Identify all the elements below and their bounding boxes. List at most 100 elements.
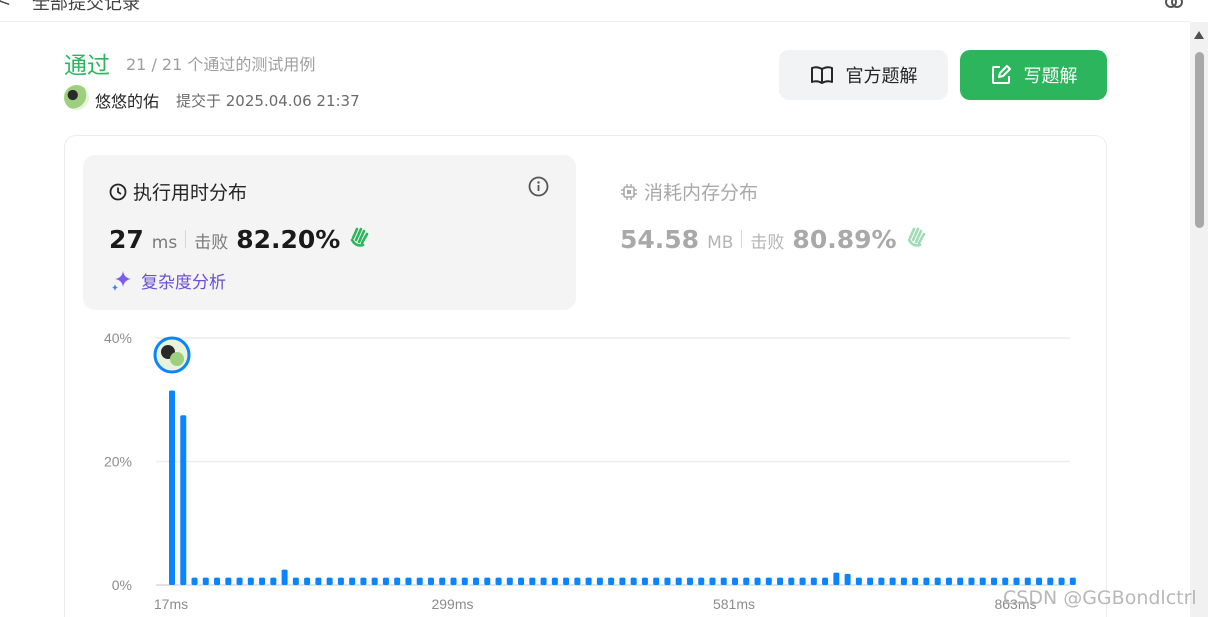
- chart-bar[interactable]: [923, 577, 930, 585]
- chart-bar[interactable]: [900, 577, 907, 585]
- info-icon[interactable]: [528, 176, 549, 197]
- chart-bar[interactable]: [394, 577, 401, 585]
- chart-bar[interactable]: [641, 577, 648, 585]
- chart-bar[interactable]: [292, 577, 299, 585]
- chart-bar[interactable]: [878, 577, 885, 585]
- chart-bar[interactable]: [619, 577, 626, 585]
- chart-bar[interactable]: [934, 577, 941, 585]
- write-solution-button[interactable]: 写题解: [960, 50, 1107, 100]
- chart-bar[interactable]: [461, 577, 468, 585]
- username[interactable]: 悠悠的佑: [95, 88, 159, 112]
- page-title: 全部提交记录: [32, 0, 140, 14]
- user-position-marker[interactable]: [153, 336, 191, 374]
- avatar[interactable]: [64, 85, 89, 110]
- back-icon[interactable]: <: [0, 0, 11, 11]
- chart-bar[interactable]: [506, 577, 513, 585]
- chart-bar[interactable]: [608, 577, 615, 585]
- chart-bar[interactable]: [551, 577, 558, 585]
- chart-bar[interactable]: [382, 577, 389, 585]
- chart-bar[interactable]: [563, 577, 570, 585]
- chart-bar[interactable]: [427, 577, 434, 585]
- chart-bar[interactable]: [720, 577, 727, 585]
- chart-bar[interactable]: [169, 390, 175, 585]
- chart-bar[interactable]: [416, 577, 423, 585]
- x-tick-label: 581ms: [713, 596, 755, 612]
- chart-bar[interactable]: [1002, 577, 1009, 585]
- chart-bar[interactable]: [225, 577, 232, 585]
- chart-bar[interactable]: [337, 577, 344, 585]
- chart-bar[interactable]: [180, 415, 187, 585]
- runtime-metric: 27 ms 击败 82.20%: [109, 224, 372, 254]
- chart-bar[interactable]: [574, 577, 581, 585]
- chart-bar[interactable]: [754, 577, 761, 585]
- chart-bar[interactable]: [349, 577, 356, 585]
- chart-bar[interactable]: [495, 577, 502, 585]
- chart-bar[interactable]: [889, 577, 896, 585]
- chart-bar[interactable]: [945, 577, 952, 585]
- chart-bar[interactable]: [247, 577, 254, 585]
- chart-bar[interactable]: [1069, 577, 1076, 585]
- complexity-analysis-link[interactable]: 复杂度分析: [109, 268, 226, 293]
- chart-bar[interactable]: [855, 577, 862, 585]
- chart-bar[interactable]: [259, 577, 266, 585]
- chart-bar[interactable]: [585, 577, 592, 585]
- chart-bar[interactable]: [315, 577, 322, 585]
- chart-bar[interactable]: [653, 577, 660, 585]
- chart-bar[interactable]: [236, 577, 243, 585]
- chart-bar[interactable]: [675, 577, 682, 585]
- chart-bar[interactable]: [360, 577, 367, 585]
- scrollbar-thumb[interactable]: [1195, 52, 1204, 228]
- chart-bar[interactable]: [1047, 577, 1054, 585]
- official-solution-button[interactable]: 官方题解: [779, 50, 948, 100]
- chart-bar[interactable]: [979, 577, 986, 585]
- chart-bar[interactable]: [990, 577, 997, 585]
- chart-bar[interactable]: [270, 577, 277, 585]
- scrollbar[interactable]: [1190, 22, 1208, 617]
- runtime-distribution-chart[interactable]: 0%20%40%17ms299ms581ms863ms1145ms1427ms1…: [80, 320, 1080, 617]
- chart-bar[interactable]: [810, 577, 817, 585]
- chart-bar[interactable]: [518, 577, 525, 585]
- chart-bar[interactable]: [202, 577, 209, 585]
- chart-bar[interactable]: [304, 577, 311, 585]
- chart-bar[interactable]: [484, 577, 491, 585]
- chart-bar[interactable]: [326, 577, 333, 585]
- chart-bar[interactable]: [529, 577, 536, 585]
- chart-bar[interactable]: [540, 577, 547, 585]
- scroll-up-icon[interactable]: [1194, 31, 1204, 39]
- chart-bar[interactable]: [912, 577, 919, 585]
- chart-bar[interactable]: [1024, 577, 1031, 585]
- chart-bar[interactable]: [867, 577, 874, 585]
- chart-bar[interactable]: [214, 577, 221, 585]
- chart-bar[interactable]: [450, 577, 457, 585]
- chart-bar[interactable]: [1058, 577, 1065, 585]
- chart-bar[interactable]: [799, 577, 806, 585]
- chart-bar[interactable]: [732, 577, 738, 585]
- chart-bar[interactable]: [844, 573, 851, 585]
- chart-bar[interactable]: [743, 577, 750, 585]
- chart-bar[interactable]: [686, 577, 693, 585]
- book-icon: [810, 66, 833, 84]
- chart-bar[interactable]: [473, 577, 480, 585]
- chart-bar[interactable]: [1013, 577, 1020, 585]
- chart-bar[interactable]: [765, 577, 772, 585]
- chart-bar[interactable]: [822, 577, 829, 585]
- chart-bar[interactable]: [191, 577, 198, 585]
- chart-bar[interactable]: [698, 577, 705, 585]
- chart-bar[interactable]: [788, 577, 795, 585]
- chart-bar[interactable]: [1036, 577, 1043, 585]
- memory-title[interactable]: 消耗内存分布: [620, 178, 758, 205]
- chart-bar[interactable]: [664, 577, 671, 585]
- clock-icon: [109, 183, 127, 200]
- chart-bar[interactable]: [405, 577, 412, 585]
- chart-bar[interactable]: [968, 577, 975, 585]
- chart-bar[interactable]: [833, 572, 840, 585]
- chart-bar[interactable]: [281, 569, 288, 585]
- share-icon[interactable]: [1164, 0, 1184, 13]
- chart-bar[interactable]: [957, 577, 964, 585]
- chart-bar[interactable]: [777, 577, 784, 585]
- chart-bar[interactable]: [630, 577, 637, 585]
- chart-bar[interactable]: [371, 577, 378, 585]
- chart-bar[interactable]: [439, 577, 446, 585]
- chart-bar[interactable]: [596, 577, 603, 585]
- chart-bar[interactable]: [709, 577, 716, 585]
